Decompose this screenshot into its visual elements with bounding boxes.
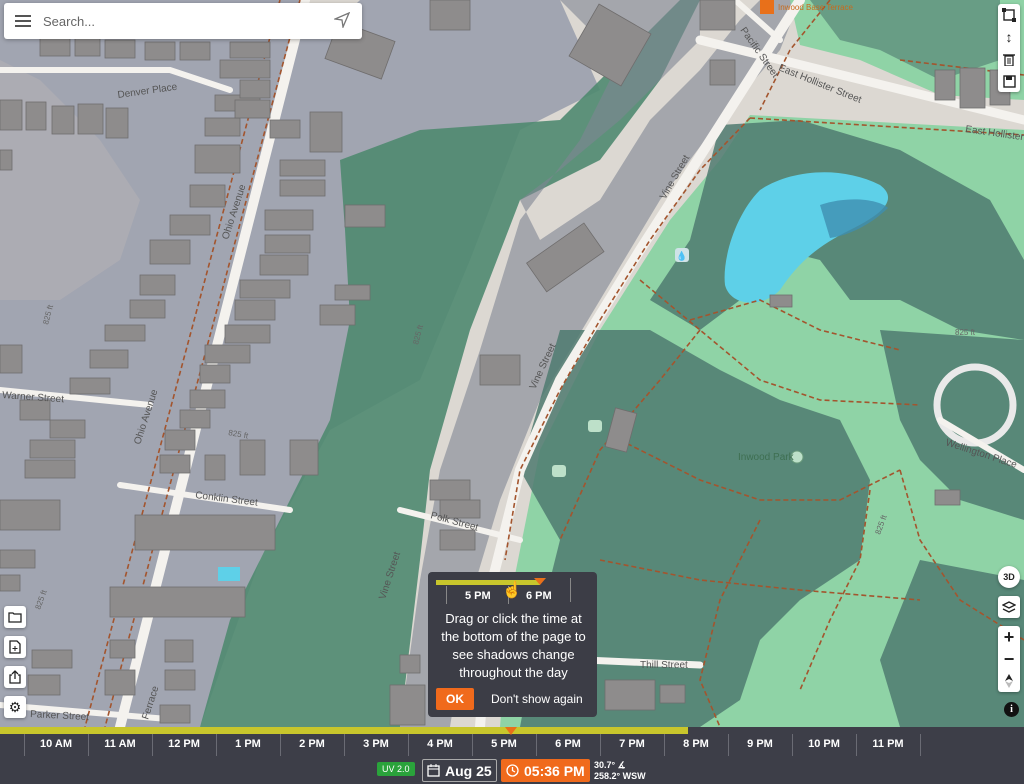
navigate-icon[interactable] [334,12,350,28]
clock-icon [506,764,519,777]
hour-label[interactable]: 3 PM [344,738,408,750]
street-label-thill: Thill Street [640,660,688,671]
save-icon[interactable] [998,70,1020,92]
date-value: Aug 25 [445,762,492,779]
uv-badge: UV 2.0 [377,762,415,776]
share-icon[interactable] [4,666,26,688]
time-value: 05:36 PM [524,762,585,779]
hour-label[interactable]: 7 PM [600,738,664,750]
onboarding-tooltip: 5 PM 6 PM ☝ Drag or click the time at th… [428,572,597,717]
hour-label[interactable]: 11 AM [88,738,152,750]
3d-rotate-icon[interactable]: 3D [998,566,1020,588]
sun-altitude: 30.7° [594,760,616,770]
park-label: Inwood Park [738,452,795,463]
timeline-hours: 10 AM 11 AM 12 PM 1 PM 2 PM 3 PM 4 PM 5 … [0,734,1024,758]
svg-text:💧: 💧 [676,250,687,262]
folder-icon[interactable] [4,606,26,628]
hour-label[interactable]: 9 PM [728,738,792,750]
hour-label[interactable]: 4 PM [408,738,472,750]
hour-label[interactable]: 11 PM [856,738,920,750]
tooltip-timeline-bar [436,578,546,585]
hour-label[interactable]: 5 PM [472,738,536,750]
info-icon[interactable]: i [1004,702,1019,717]
trash-icon[interactable] [998,48,1020,70]
daylight-bar [0,727,688,734]
dont-show-again-link[interactable]: Don't show again [491,692,583,706]
zoom-in-icon[interactable]: + [998,626,1020,648]
hour-label[interactable]: 8 PM [664,738,728,750]
search-bar [4,3,362,39]
add-file-icon[interactable] [4,636,26,658]
drawing-toolbar: ↕ [998,4,1020,92]
sun-position: 30.7° ∡ 258.2° WSW [594,760,646,782]
elevation-label: 825 ft [955,328,976,337]
hand-cursor-icon: ☝ [502,582,522,599]
settings-icon[interactable]: ⚙ [4,696,26,718]
hour-label[interactable]: 6 PM [536,738,600,750]
poi-label: Inwood Base Terrace [778,3,854,12]
tooltip-message: Drag or click the time at the bottom of … [441,611,586,680]
tooltip-time-6pm: 6 PM [526,590,552,602]
zoom-out-icon[interactable]: − [998,648,1020,670]
search-input[interactable] [41,12,315,30]
hour-label[interactable]: 2 PM [280,738,344,750]
sun-azimuth: 258.2° WSW [594,771,646,781]
height-arrows-icon[interactable]: ↕ [998,26,1020,48]
hour-label[interactable]: 1 PM [216,738,280,750]
sun-angle-icon: ∡ [617,760,626,770]
zoom-control: + − [998,626,1020,692]
compass-icon[interactable] [998,670,1020,692]
date-picker[interactable]: Aug 25 [422,759,497,782]
hour-label[interactable]: 12 PM [152,738,216,750]
calendar-icon [427,764,440,777]
hour-label[interactable]: 10 PM [792,738,856,750]
time-picker[interactable]: 05:36 PM [501,759,590,782]
tooltip-time-5pm: 5 PM [465,590,491,602]
layers-icon[interactable] [998,596,1020,618]
polygon-icon[interactable] [998,4,1020,26]
ok-button[interactable]: OK [436,688,474,710]
menu-icon[interactable] [15,12,31,30]
timeline[interactable]: 10 AM 11 AM 12 PM 1 PM 2 PM 3 PM 4 PM 5 … [0,727,1024,784]
timeline-status: UV 2.0 Aug 25 05:36 PM 30.7° ∡ 258.2° WS… [0,759,1024,783]
hour-label[interactable]: 10 AM [24,738,88,750]
